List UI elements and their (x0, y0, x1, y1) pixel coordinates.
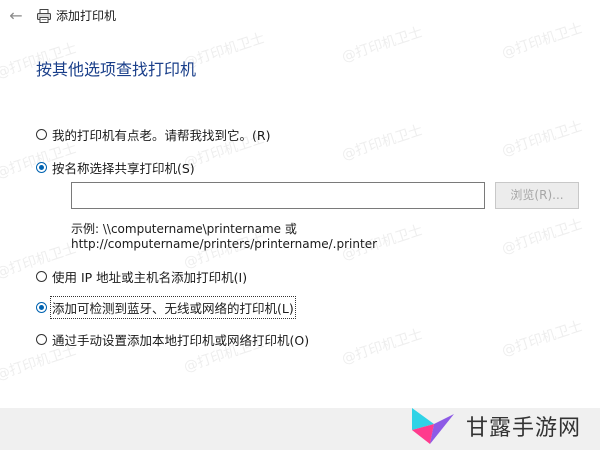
watermark-text: @打印机卫士 (339, 326, 425, 368)
title-bar: ← 添加打印机 (0, 0, 600, 34)
option-ip-address[interactable]: 使用 IP 地址或主机名添加打印机(I) (36, 267, 247, 286)
option-label: 按名称选择共享打印机(S) (52, 161, 195, 176)
shared-printer-name-input[interactable] (71, 182, 485, 209)
brand-watermark: 甘露手游网 (404, 404, 581, 448)
option-shared-printer[interactable]: 按名称选择共享打印机(S) (36, 158, 195, 177)
watermark-text: @打印机卫士 (499, 118, 585, 160)
example-text-line1: 示例: \\computername\printername 或 (71, 222, 297, 236)
example-text-line2: http://computername/printers/printername… (71, 237, 378, 251)
brand-logo-icon (412, 408, 454, 444)
option-old-printer[interactable]: 我的打印机有点老。请帮我找到它。(R) (36, 125, 270, 144)
option-label: 使用 IP 地址或主机名添加打印机(I) (52, 270, 248, 285)
radio-shared-printer[interactable] (36, 162, 47, 173)
browse-button[interactable]: 浏览(R)... (495, 182, 579, 209)
watermark-text: @打印机卫士 (499, 318, 585, 360)
watermark-text: @打印机卫士 (339, 122, 425, 164)
option-label: 我的打印机有点老。请帮我找到它。(R) (52, 128, 271, 143)
page-heading: 按其他选项查找打印机 (36, 60, 197, 79)
radio-ip-address[interactable] (36, 271, 47, 282)
radio-manual-settings[interactable] (36, 334, 47, 345)
watermark-text: @打印机卫士 (499, 216, 585, 258)
window-title: 添加打印机 (56, 9, 117, 23)
printer-icon (37, 9, 51, 23)
option-label: 通过手动设置添加本地打印机或网络打印机(O) (52, 333, 310, 348)
option-manual-settings[interactable]: 通过手动设置添加本地打印机或网络打印机(O) (36, 330, 309, 349)
option-bluetooth-network[interactable]: 添加可检测到蓝牙、无线或网络的打印机(L) (36, 296, 296, 319)
back-arrow-icon[interactable]: ← (6, 6, 26, 26)
brand-name: 甘露手游网 (466, 416, 582, 441)
radio-bluetooth-network[interactable] (36, 302, 47, 313)
option-label: 添加可检测到蓝牙、无线或网络的打印机(L) (50, 296, 296, 319)
radio-old-printer[interactable] (36, 129, 47, 140)
